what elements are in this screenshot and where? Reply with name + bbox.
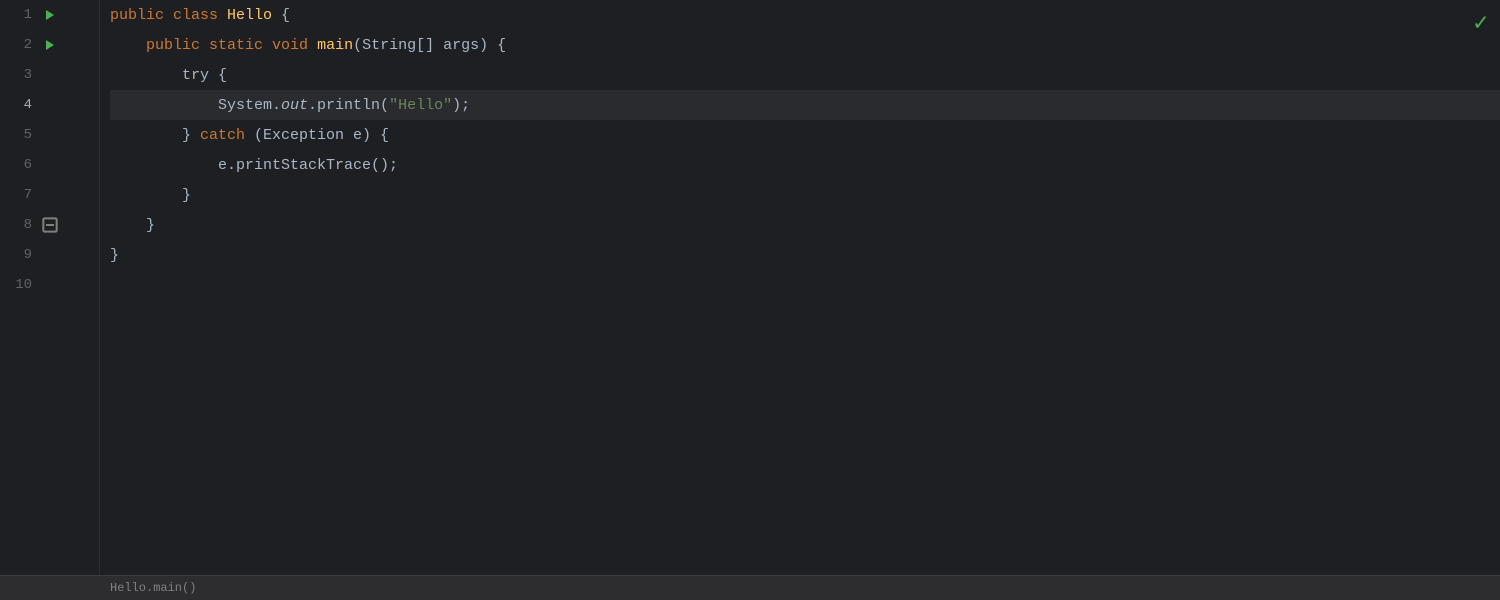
line-number-10: 10 xyxy=(0,277,40,293)
code-token: out xyxy=(281,97,308,114)
code-line-6: e.printStackTrace(); xyxy=(110,150,1500,180)
code-token: static xyxy=(209,37,272,54)
gutter-row-3: 3 xyxy=(0,60,99,90)
line-number-9: 9 xyxy=(0,247,40,263)
gutter-row-1: 1 xyxy=(0,0,99,30)
code-token: public xyxy=(110,37,209,54)
gutter-row-8: 8 xyxy=(0,210,99,240)
line-number-1: 1 xyxy=(0,7,40,23)
line-number-3: 3 xyxy=(0,67,40,83)
line-number-7: 7 xyxy=(0,187,40,203)
line-number-4: 4 xyxy=(0,97,40,113)
code-line-8: } xyxy=(110,210,1500,240)
run-icon-line-2[interactable] xyxy=(42,37,58,53)
code-token: (Exception e) { xyxy=(254,127,389,144)
gutter-row-5: 5 xyxy=(0,120,99,150)
code-token: "Hello" xyxy=(389,97,452,114)
bottom-bar-text: Hello.main() xyxy=(110,581,196,595)
code-line-5: } catch (Exception e) { xyxy=(110,120,1500,150)
line-number-6: 6 xyxy=(0,157,40,173)
code-token: main xyxy=(317,37,353,54)
gutter-row-4: 4 xyxy=(0,90,99,120)
code-token: public xyxy=(110,7,173,24)
code-token: } xyxy=(110,127,200,144)
code-token: } xyxy=(110,187,191,204)
code-line-1: public class Hello { xyxy=(110,0,1500,30)
line-gutter: 1 2 3 4 5 6 7 8 9 10 xyxy=(0,0,100,575)
checkmark-icon: ✓ xyxy=(1474,8,1488,38)
gutter-row-6: 6 xyxy=(0,150,99,180)
gutter-row-10: 10 xyxy=(0,270,99,300)
code-line-10 xyxy=(110,270,1500,300)
code-token: catch xyxy=(200,127,254,144)
code-token: String xyxy=(362,37,416,54)
code-token: class xyxy=(173,7,227,24)
gutter-row-7: 7 xyxy=(0,180,99,210)
code-token: { xyxy=(272,7,290,24)
code-token: } xyxy=(110,217,155,234)
run-icon-line-1[interactable] xyxy=(42,7,58,23)
code-area: 1 2 3 4 5 6 7 8 9 10 public class Hello { public … xyxy=(0,0,1500,575)
code-editor: ✓ 1 2 3 4 5 6 7 8 9 10 public class Hello { publi… xyxy=(0,0,1500,600)
gutter-row-9: 9 xyxy=(0,240,99,270)
code-token: void xyxy=(272,37,317,54)
code-content[interactable]: public class Hello { public static void … xyxy=(100,0,1500,575)
line-number-8: 8 xyxy=(0,217,40,233)
gutter-row-2: 2 xyxy=(0,30,99,60)
code-token: try { xyxy=(110,67,227,84)
code-token: ); xyxy=(452,97,470,114)
fold-icon-line-8[interactable] xyxy=(42,217,58,233)
code-token: System. xyxy=(110,97,281,114)
code-line-4: System.out.println("Hello"); xyxy=(110,90,1500,120)
code-token: [] args) { xyxy=(416,37,506,54)
code-token: Hello xyxy=(227,7,272,24)
code-line-9: } xyxy=(110,240,1500,270)
code-token: .println( xyxy=(308,97,389,114)
line-number-2: 2 xyxy=(0,37,40,53)
code-token: } xyxy=(110,247,119,264)
code-line-2: public static void main(String[] args) { xyxy=(110,30,1500,60)
code-line-3: try { xyxy=(110,60,1500,90)
bottom-bar: Hello.main() xyxy=(0,575,1500,600)
code-line-7: } xyxy=(110,180,1500,210)
code-token: ( xyxy=(353,37,362,54)
line-number-5: 5 xyxy=(0,127,40,143)
code-token: e.printStackTrace(); xyxy=(110,157,398,174)
